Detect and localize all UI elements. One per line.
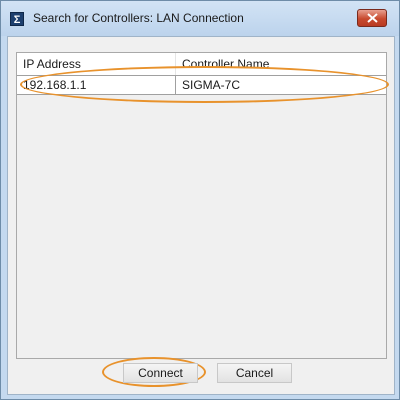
controller-name-cell[interactable]: SIGMA-7C [176,76,386,94]
column-header-ip-address[interactable]: IP Address [17,53,176,75]
table-header: IP Address Controller Name [17,53,386,76]
window-title: Search for Controllers: LAN Connection [33,11,244,25]
dialog-window: Σ Search for Controllers: LAN Connection… [0,0,400,400]
column-header-controller-name[interactable]: Controller Name [176,53,386,75]
close-icon [367,13,378,23]
ip-address-cell[interactable]: 192.168.1.1 [17,76,176,94]
dialog-body: IP Address Controller Name 192.168.1.1 S… [7,36,395,395]
close-button[interactable] [357,9,387,27]
table-row[interactable]: 192.168.1.1 SIGMA-7C [17,75,386,95]
app-icon: Σ [10,12,24,26]
controller-table: IP Address Controller Name 192.168.1.1 S… [16,52,387,359]
connect-button[interactable]: Connect [123,363,198,383]
cancel-button[interactable]: Cancel [217,363,292,383]
title-bar[interactable]: Σ Search for Controllers: LAN Connection [1,1,399,36]
